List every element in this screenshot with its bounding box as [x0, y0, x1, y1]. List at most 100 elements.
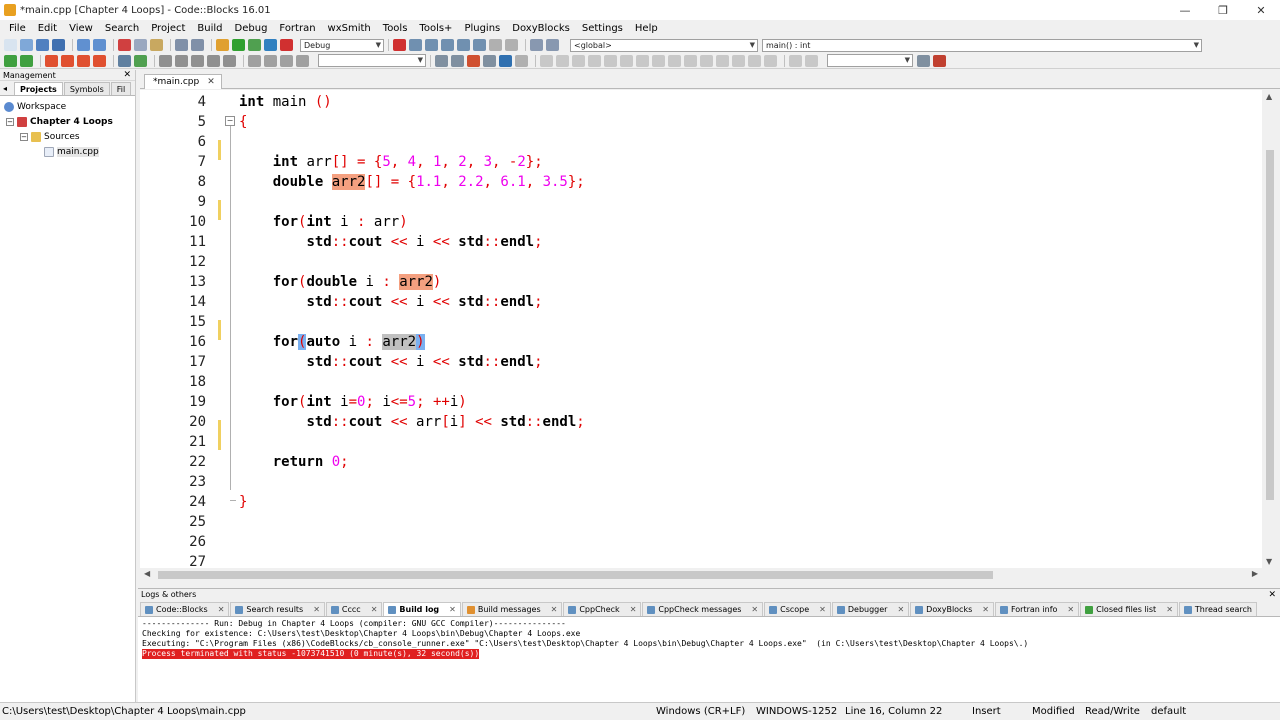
find-next-icon[interactable] [917, 54, 930, 67]
wxsmith-icon[interactable] [499, 54, 512, 67]
tab-scroll-left-icon[interactable]: ◂ [3, 84, 7, 93]
forward-icon[interactable] [20, 54, 33, 67]
bookmark-clear-icon[interactable] [93, 54, 106, 67]
box-comment-icon[interactable] [223, 54, 236, 67]
redo-icon[interactable] [93, 39, 106, 51]
debug-start-icon[interactable] [393, 39, 406, 51]
menu-tools[interactable]: Tools [377, 23, 414, 34]
widget-radio-icon[interactable] [716, 54, 729, 67]
uncomment-icon[interactable] [175, 54, 188, 67]
layout-box-icon[interactable] [588, 54, 601, 67]
widget-list-icon[interactable] [684, 54, 697, 67]
collapse-icon[interactable]: − [6, 117, 14, 126]
tree-item-project[interactable]: − Chapter 4 Loops [0, 114, 135, 129]
jump-back-icon[interactable] [118, 54, 131, 67]
cut-icon[interactable] [118, 39, 131, 51]
tab-cccc[interactable]: Cccc ✕ [325, 602, 383, 616]
undo-icon[interactable] [77, 39, 90, 51]
paste-icon[interactable] [150, 39, 163, 51]
widget-button-icon[interactable] [652, 54, 665, 67]
widget-check-icon[interactable] [700, 54, 713, 67]
tab-cscope[interactable]: Cscope ✕ [764, 602, 831, 616]
editor-vertical-scrollbar[interactable]: ▲ ▼ [1262, 90, 1278, 568]
menu-plugins[interactable]: Plugins [458, 23, 506, 34]
tab-symbols[interactable]: Symbols [63, 82, 110, 95]
nav-back-icon[interactable] [435, 54, 448, 67]
close-icon[interactable]: ✕ [551, 603, 558, 616]
build-gear-icon[interactable] [216, 39, 229, 51]
selection-icon[interactable] [483, 54, 496, 67]
tab-doxyblocks[interactable]: DoxyBlocks ✕ [910, 602, 994, 616]
tab-fortran-info[interactable]: Fortran info ✕ [994, 602, 1080, 616]
pointer-icon[interactable] [515, 54, 528, 67]
code-editor[interactable]: − 4 int main () 5{ 6 7 int arr[] = {5, 4,… [140, 90, 1262, 568]
layout-grid-icon[interactable] [604, 54, 617, 67]
bookmark-prev-icon[interactable] [61, 54, 74, 67]
debug-next-instruction-icon[interactable] [473, 39, 486, 51]
tab-build-messages[interactable]: Build messages ✕ [461, 602, 563, 616]
settings-tool-icon[interactable] [933, 54, 946, 67]
zoom-in-icon[interactable] [748, 54, 761, 67]
rebuild-icon[interactable] [264, 39, 277, 51]
editor-horizontal-scrollbar[interactable]: ◀ ▶ [140, 568, 1262, 582]
restore-button[interactable]: ❐ [1204, 0, 1242, 20]
menu-wxsmith[interactable]: wxSmith [322, 23, 377, 34]
copy-icon[interactable] [134, 39, 147, 51]
frame-icon[interactable] [556, 54, 569, 67]
menu-file[interactable]: File [3, 23, 32, 34]
tree-item-workspace[interactable]: Workspace [0, 99, 135, 114]
tab-search-results[interactable]: Search results ✕ [230, 602, 325, 616]
search-combo[interactable]: ▼ [827, 54, 913, 67]
function-select[interactable]: main() : int ▼ [762, 38, 1202, 52]
menu-fortran[interactable]: Fortran [273, 23, 321, 34]
build-target-select[interactable]: Debug ▼ [300, 38, 384, 52]
tab-codeblocks[interactable]: Code::Blocks ✕ [140, 602, 230, 616]
jump-line-icon[interactable] [296, 54, 309, 67]
close-icon[interactable]: ✕ [751, 603, 758, 616]
debug-step-out-icon[interactable] [457, 39, 470, 51]
menu-doxyblocks[interactable]: DoxyBlocks [506, 23, 576, 34]
menu-project[interactable]: Project [145, 23, 191, 34]
match-brace-icon[interactable] [248, 54, 261, 67]
bookmark-next-icon[interactable] [77, 54, 90, 67]
debug-run-to-cursor-icon[interactable] [409, 39, 422, 51]
highlight-icon[interactable] [467, 54, 480, 67]
close-icon[interactable]: ✕ [218, 603, 225, 616]
tab-build-log[interactable]: Build log ✕ [383, 602, 461, 616]
debug-stop-icon[interactable] [505, 39, 518, 51]
symbol-s-icon[interactable] [789, 54, 802, 67]
close-icon[interactable]: ✕ [1268, 589, 1276, 601]
tree-item-sources[interactable]: − Sources [0, 129, 135, 144]
find-icon[interactable] [175, 39, 188, 51]
scope-select[interactable]: <global> ▼ [570, 38, 758, 52]
menu-view[interactable]: View [63, 23, 99, 34]
debug-next-line-icon[interactable] [425, 39, 438, 51]
layout-static-icon[interactable] [636, 54, 649, 67]
run-icon[interactable] [232, 39, 245, 51]
scroll-right-icon[interactable]: ▶ [1252, 569, 1258, 578]
layout-flex-icon[interactable] [620, 54, 633, 67]
tree-item-main-cpp[interactable]: main.cpp [0, 144, 135, 159]
close-icon[interactable]: ✕ [819, 603, 826, 616]
menu-help[interactable]: Help [629, 23, 664, 34]
tab-cppcheck-messages[interactable]: CppCheck messages ✕ [642, 602, 764, 616]
close-icon[interactable]: ✕ [371, 603, 378, 616]
tab-projects[interactable]: Projects [14, 82, 63, 95]
close-button[interactable]: ✕ [1242, 0, 1280, 20]
tab-closed-files[interactable]: Closed files list ✕ [1080, 602, 1178, 616]
close-icon[interactable]: ✕ [1166, 603, 1173, 616]
menu-edit[interactable]: Edit [32, 23, 63, 34]
close-icon[interactable]: ✕ [1067, 603, 1074, 616]
toggle-comment-icon[interactable] [191, 54, 204, 67]
save-all-icon[interactable] [52, 39, 65, 51]
tab-cppcheck[interactable]: CppCheck ✕ [563, 602, 642, 616]
nav-forward-icon[interactable] [451, 54, 464, 67]
new-file-icon[interactable] [4, 39, 17, 51]
dialog-icon[interactable] [540, 54, 553, 67]
stream-comment-icon[interactable] [207, 54, 220, 67]
scroll-up-icon[interactable]: ▲ [1266, 92, 1272, 101]
build-run-icon[interactable] [248, 39, 261, 51]
tab-files[interactable]: Fil [110, 82, 132, 95]
scroll-down-icon[interactable]: ▼ [1266, 557, 1272, 566]
debug-pause-icon[interactable] [489, 39, 502, 51]
